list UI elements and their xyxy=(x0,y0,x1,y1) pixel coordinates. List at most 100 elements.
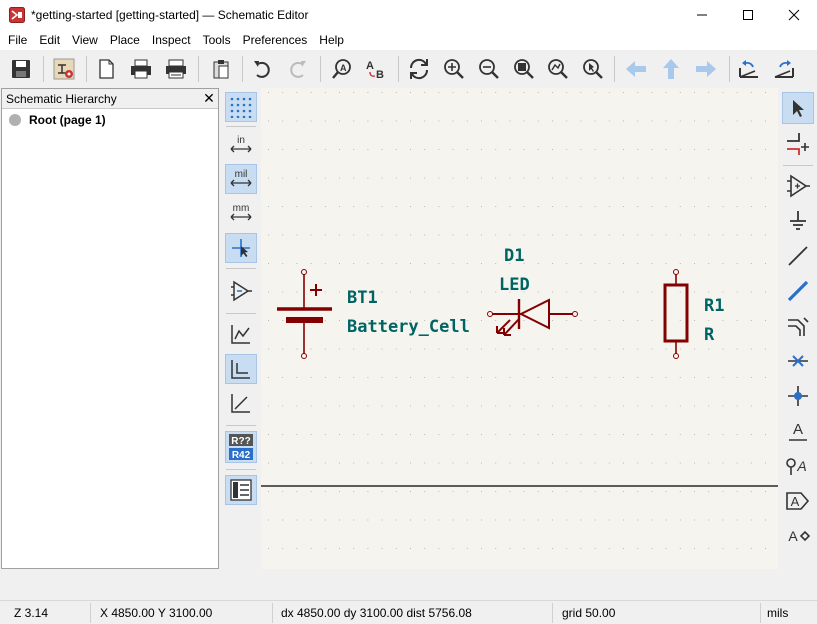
add-junction-button[interactable] xyxy=(782,380,814,412)
undo-button[interactable] xyxy=(247,54,277,84)
rotate-ccw-button[interactable] xyxy=(734,54,764,84)
add-global-label-button[interactable]: A xyxy=(782,485,814,517)
svg-text:mil: mil xyxy=(235,169,248,180)
maximize-button[interactable] xyxy=(725,0,771,30)
svg-text:mm: mm xyxy=(233,203,250,214)
toolbar-separator xyxy=(398,56,399,82)
add-net-class-button[interactable]: A xyxy=(782,450,814,482)
hierarchy-navigator-button[interactable] xyxy=(225,276,257,306)
schematic-canvas[interactable]: BT1 Battery_Cell D1 LED R1 R xyxy=(261,88,778,569)
svg-text:A: A xyxy=(340,63,347,73)
redo-icon xyxy=(290,61,306,78)
menu-preferences[interactable]: Preferences xyxy=(237,30,314,50)
print-button[interactable] xyxy=(126,54,156,84)
rotate-cw-button[interactable] xyxy=(769,54,799,84)
units-inches-icon: in xyxy=(230,135,252,153)
toggle-grid-button[interactable] xyxy=(225,92,257,122)
hierarchy-panel-icon xyxy=(230,479,252,501)
units-mm-icon: mm xyxy=(230,203,252,221)
toolbar-separator xyxy=(614,56,615,82)
highlight-net-button[interactable] xyxy=(782,128,814,160)
close-icon xyxy=(788,9,800,21)
add-wire-button[interactable] xyxy=(782,240,814,272)
zoom-fit-objects-button[interactable] xyxy=(543,54,573,84)
cursor-crosshair-button[interactable] xyxy=(225,233,257,263)
toolbar-separator xyxy=(783,165,813,166)
print-icon xyxy=(131,59,151,79)
navigate-back-button[interactable] xyxy=(621,54,651,84)
menu-help[interactable]: Help xyxy=(313,30,350,50)
status-divider xyxy=(272,603,273,623)
annotate-button[interactable]: R?? R42 xyxy=(225,431,257,463)
resistor-symbol[interactable] xyxy=(261,88,778,569)
free-angle-icon xyxy=(231,325,250,344)
menu-inspect[interactable]: Inspect xyxy=(146,30,197,50)
zoom-readout: Z 3.14 xyxy=(14,606,49,620)
toolbar-separator xyxy=(198,56,199,82)
save-button[interactable] xyxy=(6,54,36,84)
toolbar-separator xyxy=(242,56,243,82)
rotate-cw-icon xyxy=(774,60,794,78)
hierarchy-panel-title: Schematic Hierarchy xyxy=(6,91,117,106)
add-power-button[interactable] xyxy=(782,205,814,237)
ninety-degree-icon xyxy=(231,360,250,379)
add-no-connect-button[interactable] xyxy=(782,345,814,377)
close-window-button[interactable] xyxy=(771,0,817,30)
find-button[interactable]: A xyxy=(327,54,357,84)
annotate-icon: R?? R42 xyxy=(229,434,253,461)
page-settings-button[interactable] xyxy=(91,54,121,84)
menu-tools[interactable]: Tools xyxy=(197,30,237,50)
add-hierarchical-label-button[interactable]: A xyxy=(782,520,814,552)
find-replace-button[interactable]: AB xyxy=(361,54,391,84)
highlight-net-icon xyxy=(787,133,809,155)
navigate-up-button[interactable] xyxy=(656,54,686,84)
refresh-button[interactable] xyxy=(404,54,434,84)
add-label-button[interactable]: A xyxy=(782,415,814,447)
toolbar-separator xyxy=(43,56,44,82)
close-panel-button[interactable]: ✕ xyxy=(200,90,218,107)
schematic-setup-button[interactable] xyxy=(49,54,79,84)
schematic-setup-icon xyxy=(53,58,75,80)
paste-button[interactable] xyxy=(206,54,236,84)
units-inches-button[interactable]: in xyxy=(225,130,257,160)
add-symbol-button[interactable] xyxy=(782,170,814,202)
line-mode-90-button[interactable] xyxy=(225,354,257,384)
zoom-out-icon xyxy=(479,59,499,79)
redo-button[interactable] xyxy=(283,54,313,84)
hierarchical-label-icon: A xyxy=(788,528,811,544)
units-readout: mils xyxy=(767,606,789,620)
add-bus-entry-button[interactable] xyxy=(782,310,814,342)
menu-view[interactable]: View xyxy=(66,30,104,50)
arrow-left-icon xyxy=(626,61,646,77)
menu-file[interactable]: File xyxy=(2,30,33,50)
menu-place[interactable]: Place xyxy=(104,30,146,50)
toolbar-separator xyxy=(226,268,256,269)
bus-entry-icon xyxy=(788,317,809,336)
toolbar-separator xyxy=(226,126,256,127)
zoom-fit-button[interactable] xyxy=(509,54,539,84)
rotate-ccw-icon xyxy=(739,60,758,78)
zoom-selection-button[interactable] xyxy=(578,54,608,84)
show-hierarchy-button[interactable] xyxy=(225,475,257,505)
select-tool-button[interactable] xyxy=(782,92,814,124)
undo-icon xyxy=(254,61,270,78)
minimize-button[interactable] xyxy=(679,0,725,30)
hierarchy-root-label: Root (page 1) xyxy=(29,113,106,127)
status-divider xyxy=(760,603,761,623)
plot-button[interactable] xyxy=(161,54,191,84)
toolbar-separator xyxy=(320,56,321,82)
resistor-body xyxy=(663,269,689,359)
no-connect-icon xyxy=(788,355,808,367)
menu-edit[interactable]: Edit xyxy=(33,30,66,50)
line-mode-45-button[interactable] xyxy=(225,388,257,418)
add-bus-button[interactable] xyxy=(782,275,814,307)
units-mils-button[interactable]: mil xyxy=(225,164,257,194)
line-mode-free-button[interactable] xyxy=(225,319,257,349)
status-bar: Z 3.14 X 4850.00 Y 3100.00 dx 4850.00 dy… xyxy=(0,600,817,624)
units-mm-button[interactable]: mm xyxy=(225,198,257,228)
zoom-in-button[interactable] xyxy=(439,54,469,84)
zoom-out-button[interactable] xyxy=(474,54,504,84)
paste-icon xyxy=(213,60,229,79)
hierarchy-root-item[interactable]: Root (page 1) xyxy=(2,109,218,127)
navigate-forward-button[interactable] xyxy=(691,54,721,84)
